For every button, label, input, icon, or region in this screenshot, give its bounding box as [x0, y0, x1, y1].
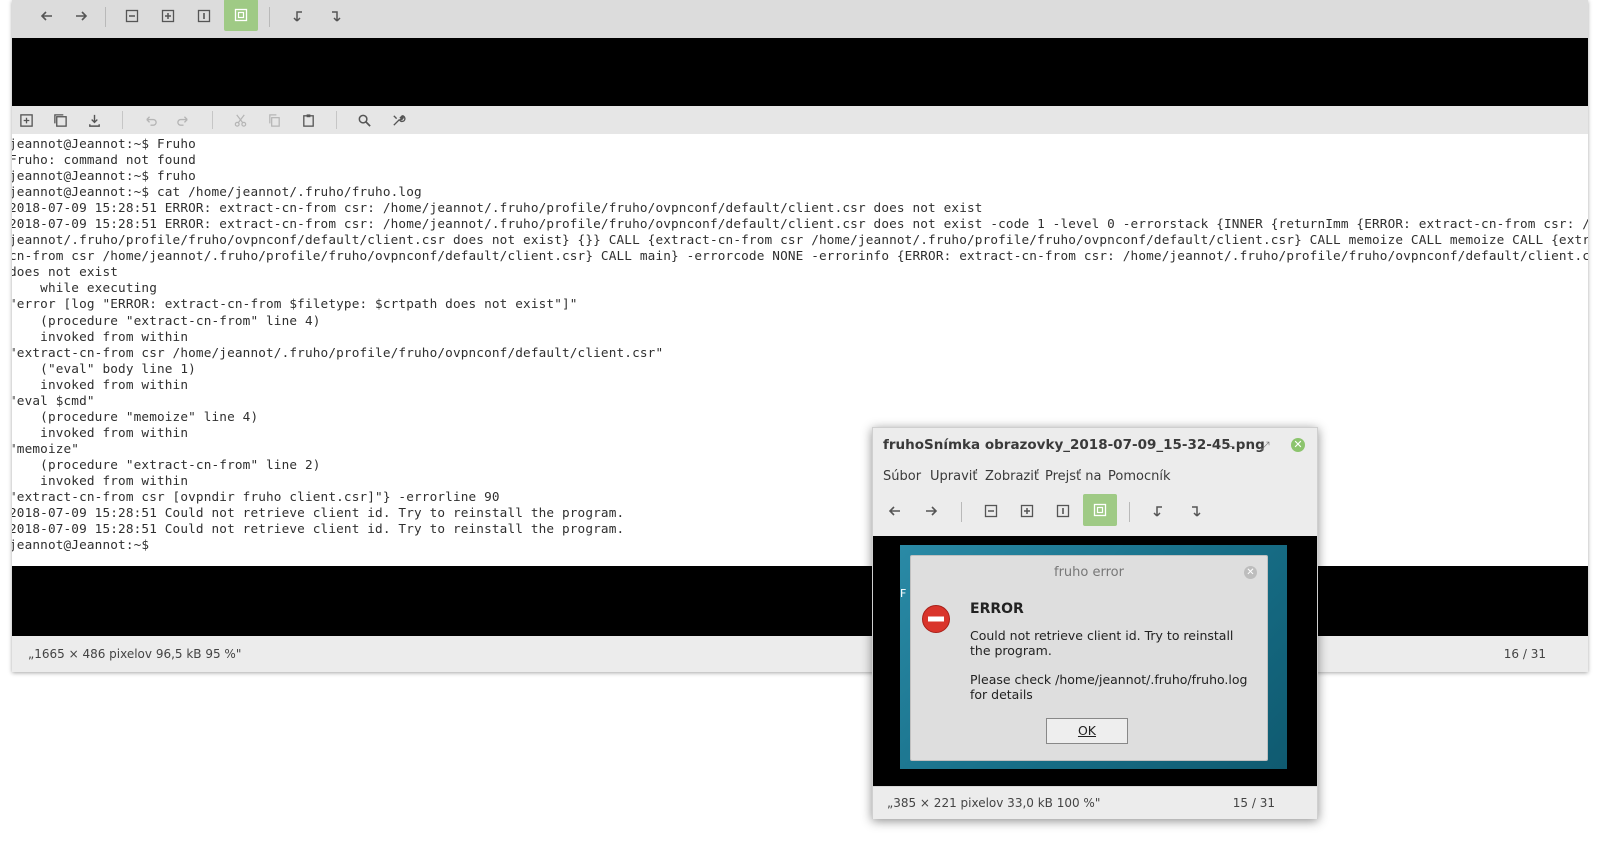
zoom-actual-icon[interactable] [189, 1, 219, 31]
arrow-left-icon[interactable] [32, 1, 62, 31]
terminal-toolbar [12, 106, 1588, 135]
close-icon[interactable]: ✕ [1244, 566, 1257, 579]
terminal-output: jeannot@Jeannot:~$ Fruho Fruho: command … [12, 134, 1588, 566]
image-info: „385 × 221 pixelov 33,0 kB 100 %" [887, 796, 1101, 810]
error-icon [922, 605, 950, 633]
settings-icon[interactable] [388, 110, 408, 130]
maximize-icon[interactable]: ⤢ [1260, 439, 1270, 454]
zoom-out-icon[interactable] [976, 496, 1006, 526]
toolbar-separator [269, 7, 270, 27]
dialog-title: fruho error [1054, 565, 1124, 580]
window-title: fruhoSnímka obrazovky_2018-07-09_15-32-4… [883, 437, 1265, 453]
rotate-right-icon[interactable] [1180, 496, 1210, 526]
main-statusbar: „1665 × 486 pixelov 96,5 kB 95 %" 16 / 3… [12, 636, 1588, 672]
menu-view[interactable]: Zobraziť [985, 469, 1039, 484]
menu-go[interactable]: Prejsť na [1045, 469, 1102, 484]
search-icon[interactable] [354, 110, 374, 130]
save-icon[interactable] [84, 110, 104, 130]
toolbar-separator [122, 111, 123, 129]
zoom-out-icon[interactable] [117, 1, 147, 31]
desktop-screenshot: F fruho error ✕ ERROR Could not retrieve… [900, 545, 1287, 769]
zoom-fit-icon[interactable] [224, 0, 258, 31]
rotate-right-icon[interactable] [320, 1, 350, 31]
arrow-right-icon[interactable] [66, 1, 96, 31]
arrow-right-icon[interactable] [916, 496, 946, 526]
main-toolbar [12, 0, 1588, 39]
toolbar-separator [105, 7, 106, 27]
terminal-text: jeannot@Jeannot:~$ Fruho Fruho: command … [12, 136, 1588, 553]
copy-icon[interactable] [264, 110, 284, 130]
desktop-text-fragment: F [900, 587, 907, 600]
toolbar-separator [212, 111, 213, 129]
arrow-left-icon[interactable] [880, 496, 910, 526]
ok-button[interactable]: OK [1046, 718, 1128, 744]
menu-edit[interactable]: Upraviť [930, 469, 977, 484]
image-counter: 16 / 31 [1503, 647, 1546, 661]
zoom-in-icon[interactable] [153, 1, 183, 31]
close-icon[interactable]: ✕ [1291, 438, 1305, 452]
zoom-in-icon[interactable] [1012, 496, 1042, 526]
paste-icon[interactable] [298, 110, 318, 130]
dialog-heading: ERROR [970, 601, 1024, 617]
menu-file[interactable]: Súbor [883, 469, 921, 484]
rotate-left-icon[interactable] [1144, 496, 1174, 526]
zoom-actual-icon[interactable] [1048, 496, 1078, 526]
new-tab-icon[interactable] [16, 110, 36, 130]
toolbar-separator [1129, 502, 1130, 522]
image-black-border-top [12, 38, 1588, 106]
menu-help[interactable]: Pomocník [1108, 469, 1170, 484]
cut-icon[interactable] [230, 110, 250, 130]
menubar: Súbor Upraviť Zobraziť Prejsť na Pomocní… [873, 464, 1317, 490]
undo-icon[interactable] [140, 110, 160, 130]
zoom-fit-icon[interactable] [1083, 494, 1117, 526]
window-titlebar[interactable]: fruhoSnímka obrazovky_2018-07-09_15-32-4… [873, 428, 1317, 464]
window-toolbar [873, 490, 1317, 532]
second-image-viewer-window: fruhoSnímka obrazovky_2018-07-09_15-32-4… [872, 427, 1318, 819]
new-window-icon[interactable] [50, 110, 70, 130]
dialog-message: Could not retrieve client id. Try to rei… [970, 628, 1234, 658]
error-dialog: fruho error ✕ ERROR Could not retrieve c… [910, 555, 1268, 761]
dialog-detail: Please check /home/jeannot/.fruho/fruho.… [970, 672, 1248, 702]
image-counter: 15 / 31 [1232, 796, 1275, 810]
image-info: „1665 × 486 pixelov 96,5 kB 95 %" [28, 647, 242, 661]
redo-icon[interactable] [173, 110, 193, 130]
rotate-left-icon[interactable] [284, 1, 314, 31]
minimize-icon[interactable]: – [1228, 439, 1234, 453]
toolbar-separator [336, 111, 337, 129]
image-display-area: F fruho error ✕ ERROR Could not retrieve… [873, 536, 1317, 788]
image-black-border-bottom [12, 566, 1588, 636]
window-statusbar: „385 × 221 pixelov 33,0 kB 100 %" 15 / 3… [873, 786, 1317, 819]
toolbar-separator [961, 502, 962, 522]
